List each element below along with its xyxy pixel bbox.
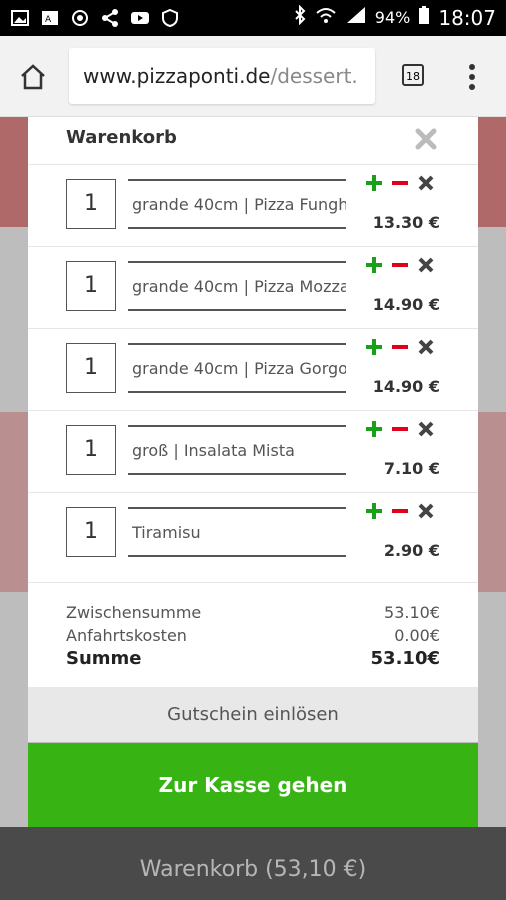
item-price: 13.30 € <box>372 213 440 232</box>
item-name: grande 40cm | Pizza Gorgonzola <box>132 359 346 378</box>
checkout-button[interactable]: Zur Kasse gehen <box>28 743 478 827</box>
gallery-icon <box>10 8 30 28</box>
remove-icon[interactable] <box>416 419 436 439</box>
background-basket-label: Warenkorb (53,10 €) <box>139 857 367 882</box>
item-price: 14.90 € <box>372 377 440 396</box>
clock: 18:07 <box>438 5 496 30</box>
cart-panel: Warenkorb 1 grande 40cm | Pizza Funghi 1… <box>28 117 478 687</box>
url-domain: www.pizzaponti.de <box>83 64 271 88</box>
svg-text:A: A <box>45 15 52 25</box>
share-icon <box>100 8 120 28</box>
plus-icon[interactable] <box>364 173 384 193</box>
home-icon[interactable] <box>18 62 48 92</box>
plus-icon[interactable] <box>364 255 384 275</box>
item-actions <box>364 501 436 521</box>
quantity-field[interactable]: 1 <box>66 343 116 393</box>
cart-summary: Zwischensumme 53.10€ Anfahrtskosten 0.00… <box>28 582 478 688</box>
quantity-field[interactable]: 1 <box>66 507 116 557</box>
cart-item-row: 1 grande 40cm | Pizza Funghi 13.30 € <box>28 164 478 247</box>
address-bar[interactable]: www.pizzaponti.de/dessert. <box>69 48 375 104</box>
item-actions <box>364 173 436 193</box>
total-value: 53.10€ <box>370 648 440 669</box>
minus-icon[interactable] <box>390 501 410 521</box>
item-actions <box>364 337 436 357</box>
delivery-row: Anfahrtskosten 0.00€ <box>66 626 440 645</box>
sync-icon <box>70 8 90 28</box>
item-name-field: grande 40cm | Pizza Mozzarella <box>128 261 346 311</box>
plus-icon[interactable] <box>364 337 384 357</box>
remove-icon[interactable] <box>416 501 436 521</box>
total-row: Summe 53.10€ <box>66 648 440 669</box>
cart-item-row: 1 grande 40cm | Pizza Gorgonzola 14.90 € <box>28 328 478 411</box>
quantity-field[interactable]: 1 <box>66 261 116 311</box>
browser-toolbar: www.pizzaponti.de/dessert. 18 <box>0 36 506 117</box>
delivery-value: 0.00€ <box>394 626 440 645</box>
bluetooth-icon <box>293 4 307 30</box>
overflow-menu-icon[interactable] <box>468 64 476 90</box>
item-name: Tiramisu <box>132 523 201 542</box>
app-icon: A <box>40 8 60 28</box>
tabs-switcher-button[interactable]: 18 <box>402 64 424 86</box>
subtotal-label: Zwischensumme <box>66 603 202 622</box>
item-price: 7.10 € <box>383 459 440 478</box>
url-path: /dessert. <box>270 64 358 88</box>
cart-item-row: 1 groß | Insalata Mista 7.10 € <box>28 410 478 493</box>
remove-icon[interactable] <box>416 255 436 275</box>
wifi-icon <box>315 5 337 30</box>
cart-item-row: 1 grande 40cm | Pizza Mozzarella 14.90 € <box>28 246 478 329</box>
item-name-field: grande 40cm | Pizza Gorgonzola <box>128 343 346 393</box>
item-name-field: groß | Insalata Mista <box>128 425 346 475</box>
remove-icon[interactable] <box>416 173 436 193</box>
item-actions <box>364 419 436 439</box>
plus-icon[interactable] <box>364 501 384 521</box>
status-right: 94% 18:07 <box>293 4 496 30</box>
notification-icons: A <box>10 8 180 28</box>
item-name-field: Tiramisu <box>128 507 346 557</box>
item-name-field: grande 40cm | Pizza Funghi <box>128 179 346 229</box>
status-bar: A 94% 18:07 <box>0 0 506 36</box>
quantity-field[interactable]: 1 <box>66 179 116 229</box>
redeem-voucher-button[interactable]: Gutschein einlösen <box>28 687 478 742</box>
close-icon[interactable] <box>414 127 438 151</box>
minus-icon[interactable] <box>390 173 410 193</box>
remove-icon[interactable] <box>416 337 436 357</box>
quantity-field[interactable]: 1 <box>66 425 116 475</box>
item-name: groß | Insalata Mista <box>132 441 295 460</box>
minus-icon[interactable] <box>390 337 410 357</box>
plus-icon[interactable] <box>364 419 384 439</box>
item-price: 14.90 € <box>372 295 440 314</box>
cart-title: Warenkorb <box>66 127 177 148</box>
youtube-icon <box>130 8 150 28</box>
item-name: grande 40cm | Pizza Mozzarella <box>132 277 346 296</box>
battery-percent: 94% <box>374 8 411 27</box>
total-label: Summe <box>66 648 142 669</box>
subtotal-row: Zwischensumme 53.10€ <box>66 603 440 622</box>
item-name: grande 40cm | Pizza Funghi <box>132 195 346 214</box>
item-actions <box>364 255 436 275</box>
minus-icon[interactable] <box>390 419 410 439</box>
subtotal-value: 53.10€ <box>384 603 440 622</box>
cart-item-row: 1 Tiramisu 2.90 € <box>28 492 478 575</box>
delivery-label: Anfahrtskosten <box>66 626 187 645</box>
shield-icon <box>160 8 180 28</box>
signal-icon <box>345 5 367 30</box>
item-price: 2.90 € <box>383 541 440 560</box>
minus-icon[interactable] <box>390 255 410 275</box>
battery-icon <box>418 5 430 30</box>
url-text: www.pizzaponti.de/dessert. <box>83 64 358 88</box>
